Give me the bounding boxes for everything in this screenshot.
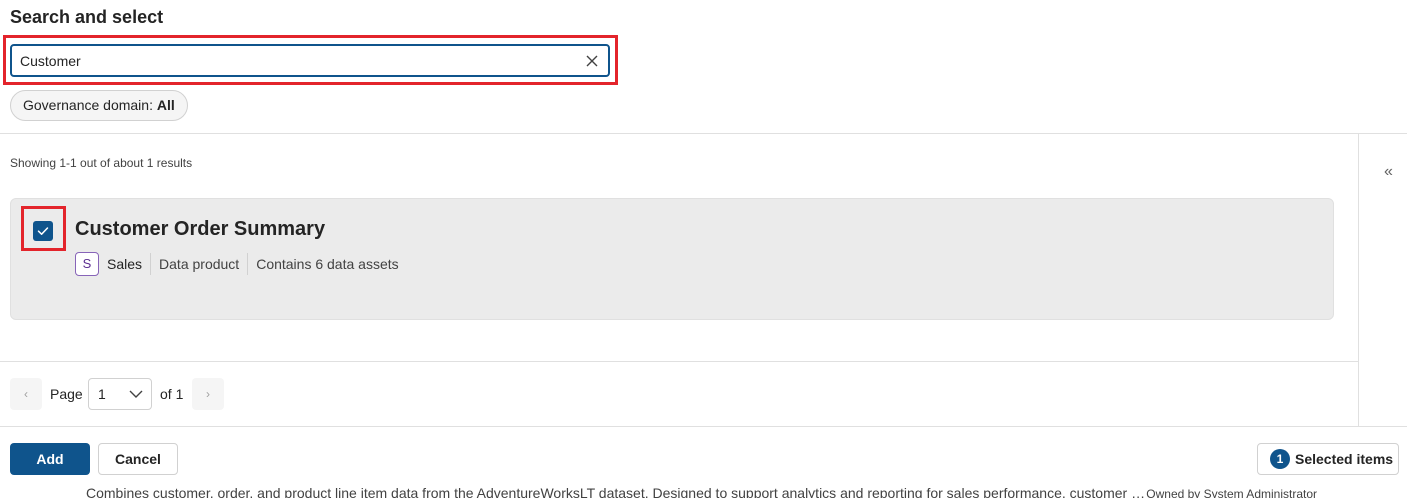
checkmark-icon bbox=[37, 227, 49, 235]
result-checkbox[interactable] bbox=[33, 221, 53, 241]
meta-separator bbox=[150, 253, 152, 275]
selected-items-label: Selected items bbox=[1295, 451, 1394, 467]
filter-label: Governance domain: bbox=[23, 97, 153, 113]
page-select-value: 1 bbox=[98, 386, 106, 402]
selected-items-button[interactable]: 1 Selected items bbox=[1257, 443, 1399, 475]
result-owner: Owned by System Administrator bbox=[1146, 487, 1317, 498]
result-description: Combines customer, order, and product li… bbox=[86, 485, 1146, 498]
cancel-button[interactable]: Cancel bbox=[98, 443, 178, 475]
search-input[interactable] bbox=[20, 52, 560, 70]
next-page-button[interactable]: › bbox=[192, 378, 224, 410]
search-box[interactable] bbox=[10, 44, 610, 77]
result-domain: Sales bbox=[107, 256, 143, 272]
domain-badge: S bbox=[75, 252, 99, 276]
add-button[interactable]: Add bbox=[10, 443, 90, 475]
collapse-panel-icon[interactable]: « bbox=[1384, 163, 1393, 181]
result-meta: S Sales Data product Contains 6 data ass… bbox=[75, 252, 399, 276]
divider bbox=[0, 133, 1407, 134]
meta-separator bbox=[247, 253, 249, 275]
governance-domain-filter[interactable]: Governance domain: All bbox=[10, 90, 188, 121]
result-assets: Contains 6 data assets bbox=[256, 256, 399, 272]
page-title: Search and select bbox=[10, 7, 164, 27]
close-icon[interactable] bbox=[584, 53, 600, 69]
chevron-down-icon bbox=[129, 390, 143, 398]
page-label: Page bbox=[50, 386, 83, 402]
divider bbox=[0, 426, 1407, 427]
previous-page-button[interactable]: ‹ bbox=[10, 378, 42, 410]
selected-count-badge: 1 bbox=[1270, 449, 1290, 469]
divider bbox=[0, 361, 1358, 362]
result-title[interactable]: Customer Order Summary bbox=[75, 218, 325, 241]
result-type: Data product bbox=[159, 256, 240, 272]
panel-divider bbox=[1358, 134, 1359, 426]
page-total: of 1 bbox=[160, 386, 184, 402]
filter-value: All bbox=[156, 97, 175, 113]
page-select[interactable]: 1 bbox=[88, 378, 152, 410]
results-count: Showing 1-1 out of about 1 results bbox=[10, 156, 193, 170]
